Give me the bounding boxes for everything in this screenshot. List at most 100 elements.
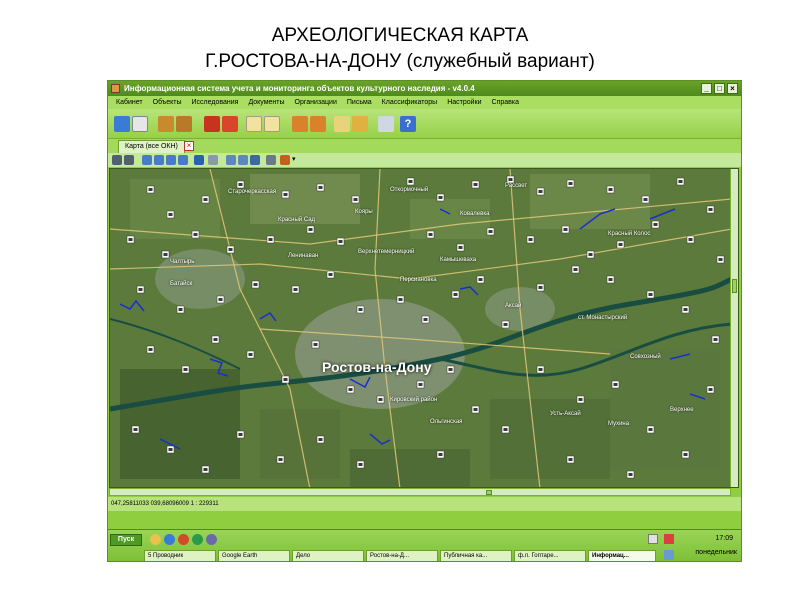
tools-icon[interactable] bbox=[378, 116, 394, 132]
museum-icon[interactable] bbox=[158, 116, 174, 132]
task-public-map[interactable]: Публичная ка... bbox=[440, 550, 512, 561]
briefcase-list-icon[interactable] bbox=[310, 116, 326, 132]
archaeological-site-marker-glyph bbox=[203, 198, 208, 201]
quicklaunch-explorer-icon[interactable] bbox=[206, 534, 217, 545]
archaeological-site-marker-glyph bbox=[538, 368, 543, 371]
bookmark-icon[interactable] bbox=[280, 155, 290, 165]
task-google-earth[interactable]: Google Earth bbox=[218, 550, 290, 561]
print-icon[interactable] bbox=[208, 155, 218, 165]
task-info-system[interactable]: Информац... bbox=[588, 550, 656, 561]
status-coordinates: 047,25811033 039,68096009 1 : 229311 bbox=[111, 501, 219, 507]
archaeological-site-marker-glyph bbox=[648, 293, 653, 296]
archaeological-site-marker-glyph bbox=[418, 383, 423, 386]
menu-settings[interactable]: Настройки bbox=[447, 96, 481, 109]
archaeological-site-marker-glyph bbox=[148, 348, 153, 351]
menu-classifiers[interactable]: Классификаторы bbox=[382, 96, 438, 109]
archaeological-site-marker-glyph bbox=[408, 180, 413, 183]
measure-icon[interactable] bbox=[250, 155, 260, 165]
flag-list-icon[interactable] bbox=[222, 116, 238, 132]
tray-clock[interactable]: 17:09 bbox=[715, 534, 733, 544]
task-goptarev[interactable]: ф.л. Гоптаре... bbox=[514, 550, 586, 561]
zoom-extent-icon[interactable] bbox=[166, 155, 176, 165]
zoom-out-icon[interactable] bbox=[154, 155, 164, 165]
archaeological-site-marker-glyph bbox=[473, 183, 478, 186]
menu-letters[interactable]: Письма bbox=[347, 96, 372, 109]
archaeological-site-marker-glyph bbox=[678, 180, 683, 183]
map-field-patch bbox=[410, 199, 490, 239]
map-label-otkormochny: Откормочный bbox=[390, 187, 429, 193]
refresh-icon[interactable] bbox=[352, 116, 368, 132]
minimize-button[interactable]: _ bbox=[701, 83, 712, 94]
task-delo[interactable]: Дело bbox=[292, 550, 364, 561]
pan-icon[interactable] bbox=[112, 155, 122, 165]
archaeological-site-marker-glyph bbox=[538, 286, 543, 289]
map-label-olginskaya: Ольгинская bbox=[430, 419, 463, 425]
map-label-chaltyr: Чалтырь bbox=[170, 259, 195, 265]
quicklaunch-app-icon[interactable] bbox=[192, 534, 203, 545]
tray-keyboard-icon[interactable] bbox=[648, 534, 658, 544]
archaeological-site-marker-glyph bbox=[643, 198, 648, 201]
quicklaunch-media-icon[interactable] bbox=[178, 534, 189, 545]
map-canvas[interactable] bbox=[110, 169, 732, 488]
map-vertical-scrollbar[interactable] bbox=[730, 169, 738, 487]
help-icon[interactable]: ? bbox=[400, 116, 416, 132]
globe-icon[interactable] bbox=[226, 155, 236, 165]
user-card-icon[interactable] bbox=[132, 116, 148, 132]
map-field-patch bbox=[120, 369, 240, 479]
binoculars-icon[interactable] bbox=[124, 155, 134, 165]
menu-research[interactable]: Исследования bbox=[192, 96, 239, 109]
archaeological-site-marker-glyph bbox=[168, 448, 173, 451]
museum-list-icon[interactable] bbox=[176, 116, 192, 132]
tab-map[interactable]: Карта (все ОКН) bbox=[118, 140, 185, 153]
app-icon bbox=[111, 84, 120, 93]
document-icon[interactable] bbox=[246, 116, 262, 132]
archaeological-site-marker-glyph bbox=[683, 308, 688, 311]
layers-icon[interactable] bbox=[238, 155, 248, 165]
menu-documents[interactable]: Документы bbox=[248, 96, 284, 109]
archaeological-site-marker-glyph bbox=[478, 278, 483, 281]
user-icon[interactable] bbox=[114, 116, 130, 132]
briefcase-icon[interactable] bbox=[292, 116, 308, 132]
camera-icon[interactable] bbox=[266, 155, 276, 165]
menu-help[interactable]: Справка bbox=[492, 96, 519, 109]
menu-organizations[interactable]: Организации bbox=[295, 96, 337, 109]
task-explorer[interactable]: 5 Проводник bbox=[144, 550, 216, 561]
letter-icon[interactable] bbox=[334, 116, 350, 132]
archaeological-site-marker-glyph bbox=[293, 288, 298, 291]
zoom-layer-icon[interactable] bbox=[178, 155, 188, 165]
archaeological-site-marker-glyph bbox=[178, 308, 183, 311]
archaeological-site-marker-glyph bbox=[163, 253, 168, 256]
menu-cabinet[interactable]: Кабинет bbox=[116, 96, 143, 109]
tab-close-button[interactable]: × bbox=[184, 141, 194, 151]
map-vertical-scroll-thumb[interactable] bbox=[732, 279, 737, 293]
archaeological-site-marker-glyph bbox=[578, 398, 583, 401]
tray-network-icon[interactable] bbox=[664, 550, 674, 560]
menu-objects[interactable]: Объекты bbox=[153, 96, 182, 109]
start-button[interactable]: Пуск bbox=[110, 534, 142, 546]
quicklaunch-folder-icon[interactable] bbox=[150, 534, 161, 545]
zoom-in-icon[interactable] bbox=[142, 155, 152, 165]
dropdown-chevron-icon[interactable]: ▾ bbox=[292, 155, 302, 165]
close-button[interactable]: × bbox=[727, 83, 738, 94]
archaeological-site-marker-glyph bbox=[358, 308, 363, 311]
archaeological-site-marker-glyph bbox=[528, 238, 533, 241]
archaeological-site-marker-glyph bbox=[213, 338, 218, 341]
map-label-kamyshevaha: Камышеваха bbox=[440, 257, 477, 263]
task-rostov[interactable]: Ростов-на-Д... bbox=[366, 550, 438, 561]
filter-icon[interactable] bbox=[194, 155, 204, 165]
slide-title-line2: Г.РОСТОВА-НА-ДОНУ (служебный вариант) bbox=[205, 51, 595, 72]
tray-language-icon[interactable] bbox=[664, 534, 674, 544]
window-titlebar[interactable]: Информационная система учета и мониторин… bbox=[108, 81, 741, 96]
map-horizontal-scroll-thumb[interactable] bbox=[486, 490, 492, 495]
archaeological-site-marker-glyph bbox=[318, 186, 323, 189]
flag-icon[interactable] bbox=[204, 116, 220, 132]
maximize-button[interactable]: □ bbox=[714, 83, 725, 94]
map-horizontal-scrollbar[interactable] bbox=[109, 488, 731, 496]
archaeological-site-marker-glyph bbox=[683, 453, 688, 456]
quicklaunch-browser-icon[interactable] bbox=[164, 534, 175, 545]
map-label-kirovsky: Кировский район bbox=[390, 397, 438, 403]
satellite-map[interactable]: Старочеркасская Откормочный Рассвет Кова… bbox=[109, 168, 739, 488]
window-title: Информационная система учета и мониторин… bbox=[124, 84, 475, 93]
archaeological-site-marker-glyph bbox=[608, 188, 613, 191]
documents-icon[interactable] bbox=[264, 116, 280, 132]
